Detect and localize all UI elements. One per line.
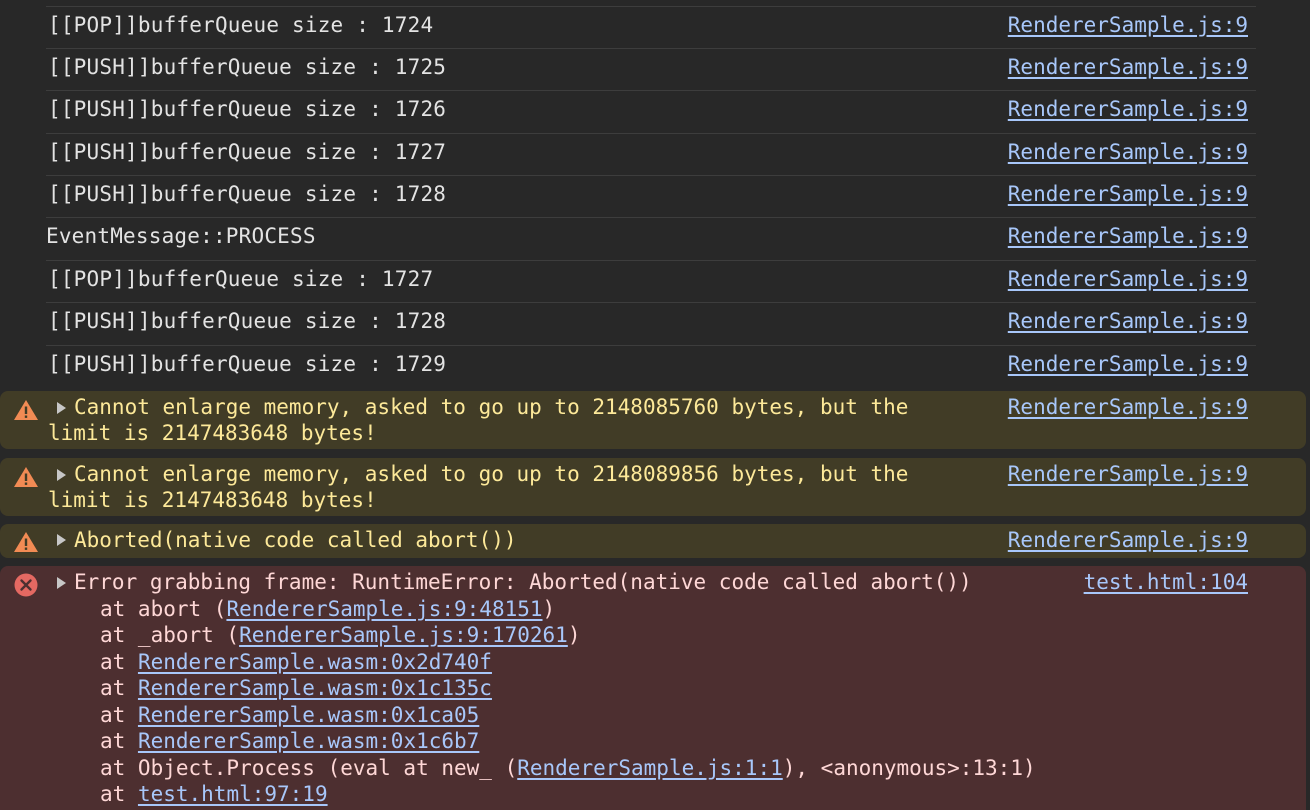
log-message: [[POP]]bufferQueue size : 1727 <box>48 267 434 291</box>
console-panel: [[POP]]bufferQueue size : 1724 RendererS… <box>0 0 1310 810</box>
log-source-link[interactable]: RendererSample.js:9 <box>1008 182 1248 206</box>
log-message: [[PUSH]]bufferQueue size : 1728 <box>48 182 447 206</box>
log-source-link[interactable]: RendererSample.js:9 <box>1008 309 1248 333</box>
log-message: [[PUSH]]bufferQueue size : 1728 <box>48 309 447 333</box>
log-source-link[interactable]: RendererSample.js:9 <box>1008 224 1248 248</box>
expand-triangle-icon[interactable] <box>57 577 66 589</box>
stack-frame-link[interactable]: RendererSample.wasm:0x1c6b7 <box>138 729 479 753</box>
stack-frame: at RendererSample.wasm:0x1c135c <box>100 676 492 700</box>
error-source-link[interactable]: test.html:104 <box>1084 569 1248 595</box>
stack-frame: at abort (RendererSample.js:9:48151) <box>100 597 556 621</box>
log-source-link[interactable]: RendererSample.js:9 <box>1008 97 1248 121</box>
stack-frame: at RendererSample.wasm:0x1c6b7 <box>100 729 480 753</box>
stack-frame: at Object.Process (eval at new_ (Rendere… <box>100 756 1036 780</box>
log-message: [[PUSH]]bufferQueue size : 1727 <box>48 140 447 164</box>
log-row: [[POP]]bufferQueue size : 1724 RendererS… <box>46 6 1256 48</box>
error-message: Error grabbing frame: RuntimeError: Abor… <box>74 570 972 594</box>
warning-triangle-icon <box>14 467 38 487</box>
warning-message: Cannot enlarge memory, asked to go up to… <box>48 395 909 445</box>
log-source-link[interactable]: RendererSample.js:9 <box>1008 55 1248 79</box>
warning-source-link[interactable]: RendererSample.js:9 <box>1008 394 1248 420</box>
log-row: [[PUSH]]bufferQueue size : 1728 Renderer… <box>46 175 1256 217</box>
log-source-link[interactable]: RendererSample.js:9 <box>1008 352 1248 376</box>
log-row: [[PUSH]]bufferQueue size : 1728 Renderer… <box>46 302 1256 344</box>
log-message: [[PUSH]]bufferQueue size : 1729 <box>48 352 447 376</box>
log-message: [[PUSH]]bufferQueue size : 1726 <box>48 97 447 121</box>
warning-row: Cannot enlarge memory, asked to go up to… <box>0 391 1306 449</box>
log-source-link[interactable]: RendererSample.js:9 <box>1008 140 1248 164</box>
stack-frame-link[interactable]: RendererSample.wasm:0x1c135c <box>138 676 492 700</box>
log-message: [[PUSH]]bufferQueue size : 1725 <box>48 55 447 79</box>
log-message: EventMessage::PROCESS <box>46 224 316 248</box>
log-source-link[interactable]: RendererSample.js:9 <box>1008 267 1248 291</box>
warning-message: Cannot enlarge memory, asked to go up to… <box>48 462 909 512</box>
warning-row: Aborted(native code called abort()) Rend… <box>0 524 1306 558</box>
log-message: [[POP]]bufferQueue size : 1724 <box>48 13 434 37</box>
error-circle-icon <box>14 573 38 597</box>
stack-frame-link[interactable]: RendererSample.js:9:170261 <box>239 623 568 647</box>
warning-source-link[interactable]: RendererSample.js:9 <box>1008 461 1248 487</box>
warning-triangle-icon <box>14 532 38 552</box>
error-row: Error grabbing frame: RuntimeError: Abor… <box>0 566 1306 810</box>
log-row: [[PUSH]]bufferQueue size : 1725 Renderer… <box>46 48 1256 90</box>
stack-frame: at test.html:97:19 <box>100 782 328 806</box>
stack-frame-link[interactable]: RendererSample.wasm:0x1ca05 <box>138 703 479 727</box>
stack-frame: at _abort (RendererSample.js:9:170261) <box>100 623 581 647</box>
log-source-link[interactable]: RendererSample.js:9 <box>1008 13 1248 37</box>
stack-frame: at RendererSample.wasm:0x1ca05 <box>100 703 480 727</box>
stack-frame-link[interactable]: test.html:97:19 <box>138 782 328 806</box>
stack-frame-link[interactable]: RendererSample.js:1:1 <box>517 756 783 780</box>
log-row: [[POP]]bufferQueue size : 1727 RendererS… <box>46 260 1256 302</box>
stack-frame-link[interactable]: RendererSample.wasm:0x2d740f <box>138 650 492 674</box>
warning-source-link[interactable]: RendererSample.js:9 <box>1008 527 1248 553</box>
log-row: EventMessage::PROCESS RendererSample.js:… <box>46 217 1256 259</box>
log-row: [[PUSH]]bufferQueue size : 1726 Renderer… <box>46 90 1256 132</box>
warning-triangle-icon <box>14 400 38 420</box>
log-row: [[PUSH]]bufferQueue size : 1727 Renderer… <box>46 133 1256 175</box>
warning-message: Aborted(native code called abort()) <box>74 528 517 552</box>
log-row: [[PUSH]]bufferQueue size : 1729 Renderer… <box>46 345 1256 387</box>
stack-frame: at RendererSample.wasm:0x2d740f <box>100 650 492 674</box>
warning-row: Cannot enlarge memory, asked to go up to… <box>0 458 1306 516</box>
stack-frame-link[interactable]: RendererSample.js:9:48151 <box>226 597 542 621</box>
